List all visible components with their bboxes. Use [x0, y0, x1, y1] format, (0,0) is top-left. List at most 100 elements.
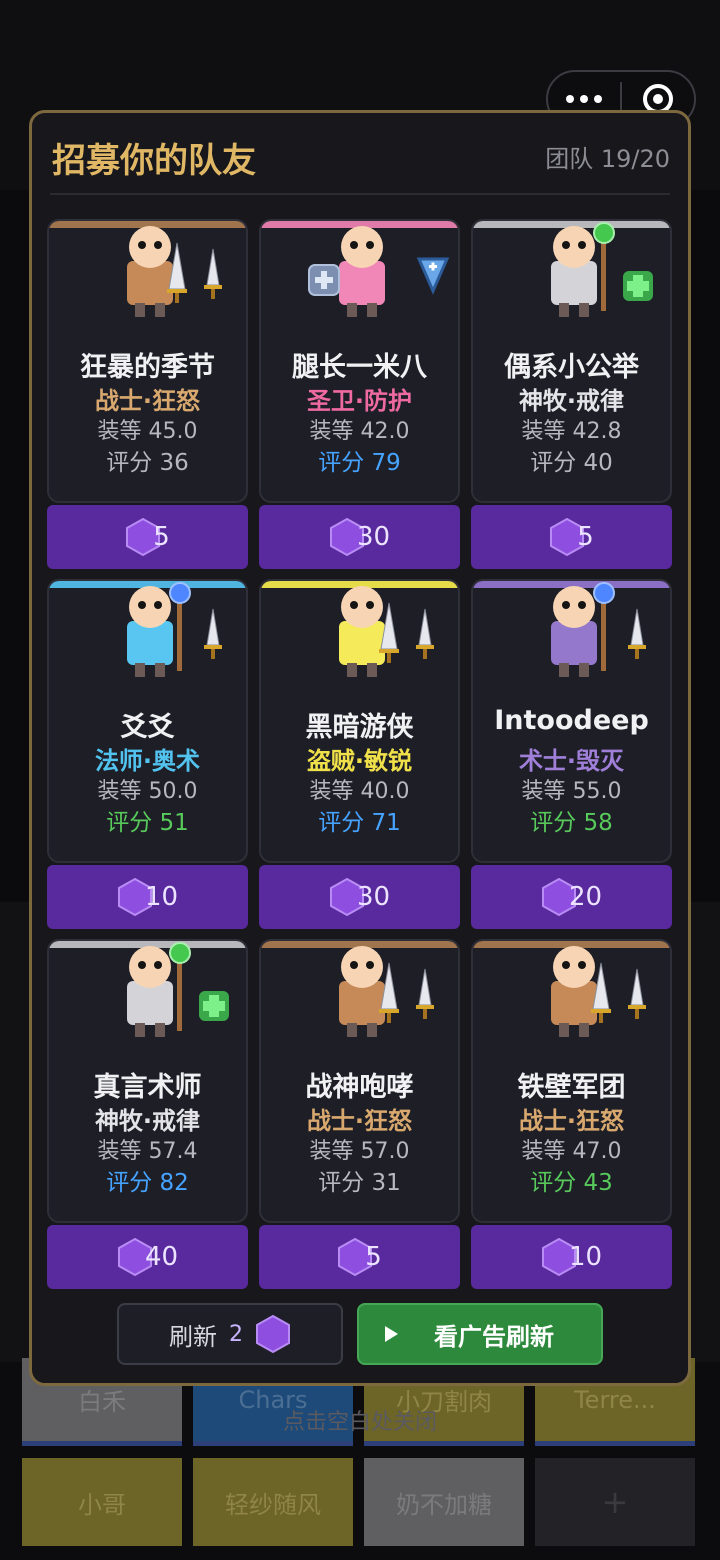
recruit-price: 5 [365, 1242, 382, 1272]
candidate-score: 评分 51 [106, 810, 189, 836]
candidate-name: 爻爻 [120, 712, 175, 743]
plus-box-icon [308, 264, 340, 296]
bg-tile-label: 小哥 [78, 1490, 126, 1519]
candidate-gear-level: 装等 45.0 [97, 419, 198, 444]
recruit-price-button[interactable]: 10 [471, 1225, 672, 1289]
candidate-score: 评分 71 [318, 810, 401, 836]
bg-tile-label: 奶不加糖 [396, 1490, 492, 1519]
recruit-price-button[interactable]: 30 [259, 865, 460, 929]
character-avatar [127, 582, 222, 677]
sword-icon [204, 608, 222, 659]
candidate-gear-level: 装等 55.0 [521, 779, 622, 804]
recruit-price-button[interactable]: 5 [471, 505, 672, 569]
heal-cross-icon [623, 271, 653, 301]
bg-member-tile[interactable]: 奶不加糖 [364, 1458, 524, 1546]
candidate-name: 战神咆哮 [305, 1072, 414, 1103]
bg-member-tile[interactable]: 小哥 [22, 1458, 182, 1546]
candidate-card[interactable]: Intoodeep 术士·毁灭装等 55.0 评分 58 [471, 579, 672, 863]
refresh-label: 刷新 [169, 1322, 217, 1351]
candidate-gear-level: 装等 42.8 [521, 419, 622, 444]
more-menu-icon[interactable] [548, 95, 620, 103]
character-avatar [308, 226, 450, 317]
character-avatar [339, 586, 434, 677]
candidate-gear-level: 装等 57.4 [97, 1139, 198, 1164]
candidate-card[interactable]: 战神咆哮战士·狂怒装等 57.0 评分 31 [259, 939, 460, 1223]
candidate-card[interactable]: 真言术师 神牧·戒律 装等 57.4 评分 82 [47, 939, 248, 1223]
candidate-score: 评分 58 [530, 810, 613, 836]
candidate-score: 评分 36 [106, 450, 189, 476]
candidate-name: 偶系小公举 [504, 352, 639, 383]
recruit-price-button[interactable]: 5 [259, 1225, 460, 1289]
candidate-card[interactable]: 爻爻法师·奥术装等 50.0 评分 51 [47, 579, 248, 863]
recruit-price-button[interactable]: 40 [47, 1225, 248, 1289]
character-avatar [339, 946, 434, 1037]
candidate-gear-level: 装等 57.0 [309, 1139, 410, 1164]
candidate-class: 神牧·戒律 [518, 387, 625, 415]
character-avatar [127, 942, 229, 1037]
team-count: 团队 19/20 [545, 145, 670, 173]
recruit-price-button[interactable]: 10 [47, 865, 248, 929]
candidate-name: 铁壁军团 [517, 1072, 626, 1103]
recruit-price: 40 [144, 1242, 179, 1272]
candidate-card[interactable]: 腿长一米八圣卫·防护装等 42.0 评分 79 [259, 219, 460, 503]
candidate-class: 战士·狂怒 [94, 387, 201, 415]
candidate-score: 评分 31 [318, 1170, 401, 1196]
candidate-gear-level: 装等 40.0 [309, 779, 410, 804]
recruit-price: 30 [356, 522, 391, 552]
candidate-class: 战士·狂怒 [518, 1107, 625, 1135]
candidate-class: 术士·毁灭 [518, 747, 625, 775]
recruit-price: 20 [568, 882, 603, 912]
bg-tile-label: 轻纱随风 [225, 1490, 321, 1519]
bg-tile-label: + [601, 1483, 629, 1521]
candidate-card[interactable]: 狂暴的季节战士·狂怒装等 45.0 评分 36 [47, 219, 248, 503]
gem-icon [256, 1314, 290, 1354]
recruit-price-button[interactable]: 5 [47, 505, 248, 569]
candidate-gear-level: 装等 42.0 [309, 419, 410, 444]
candidate-card[interactable]: 铁壁军团战士·狂怒装等 47.0 评分 43 [471, 939, 672, 1223]
character-avatar [127, 226, 222, 317]
character-avatar [551, 946, 646, 1037]
recruit-price: 10 [144, 882, 179, 912]
candidate-score: 评分 43 [530, 1170, 613, 1196]
candidate-gear-level: 装等 47.0 [521, 1139, 622, 1164]
candidate-name: 黑暗游侠 [305, 712, 414, 743]
candidate-score: 评分 82 [106, 1170, 189, 1196]
refresh-button[interactable]: 刷新 2 [117, 1303, 343, 1365]
recruit-price: 5 [577, 522, 594, 552]
watch-ad-label: 看广告刷新 [434, 1322, 554, 1351]
candidate-class: 圣卫·防护 [306, 387, 413, 415]
sword-icon [628, 968, 646, 1019]
candidate-name: 腿长一米八 [292, 352, 427, 383]
sword-icon [416, 968, 434, 1019]
recruit-price: 5 [153, 522, 170, 552]
character-avatar [551, 582, 646, 677]
recruit-price: 30 [356, 882, 391, 912]
candidate-score: 评分 40 [530, 450, 613, 476]
divider [50, 193, 670, 195]
bg-add-member-tile[interactable]: + [535, 1458, 695, 1546]
candidate-class: 战士·狂怒 [306, 1107, 413, 1135]
candidate-card[interactable]: 黑暗游侠盗贼·敏锐装等 40.0 评分 71 [259, 579, 460, 863]
recruit-price-button[interactable]: 20 [471, 865, 672, 929]
watch-ad-refresh-button[interactable]: 看广告刷新 [357, 1303, 603, 1365]
candidate-class: 法师·奥术 [94, 747, 201, 775]
candidate-name: 狂暴的季节 [80, 352, 215, 383]
shield-icon [416, 257, 450, 295]
candidate-name: Intoodeep [494, 705, 649, 736]
candidate-gear-level: 装等 50.0 [97, 779, 198, 804]
refresh-cost: 2 [229, 1321, 243, 1347]
candidate-name: 真言术师 [93, 1072, 202, 1103]
recruit-price: 10 [568, 1242, 603, 1272]
modal-title: 招募你的队友 [52, 141, 256, 181]
candidate-class: 盗贼·敏锐 [306, 747, 413, 775]
sword-icon [628, 608, 646, 659]
candidate-score: 评分 79 [318, 450, 401, 476]
sword-icon [204, 248, 222, 299]
play-icon [385, 1326, 398, 1342]
bg-member-tile[interactable]: 轻纱随风 [193, 1458, 353, 1546]
recruit-price-button[interactable]: 30 [259, 505, 460, 569]
character-avatar [551, 222, 653, 317]
close-hint[interactable]: 点击空白处关闭 [0, 1404, 720, 1436]
candidate-card[interactable]: 偶系小公举神牧·戒律装等 42.8 评分 40 [471, 219, 672, 503]
heal-cross-icon [199, 991, 229, 1021]
